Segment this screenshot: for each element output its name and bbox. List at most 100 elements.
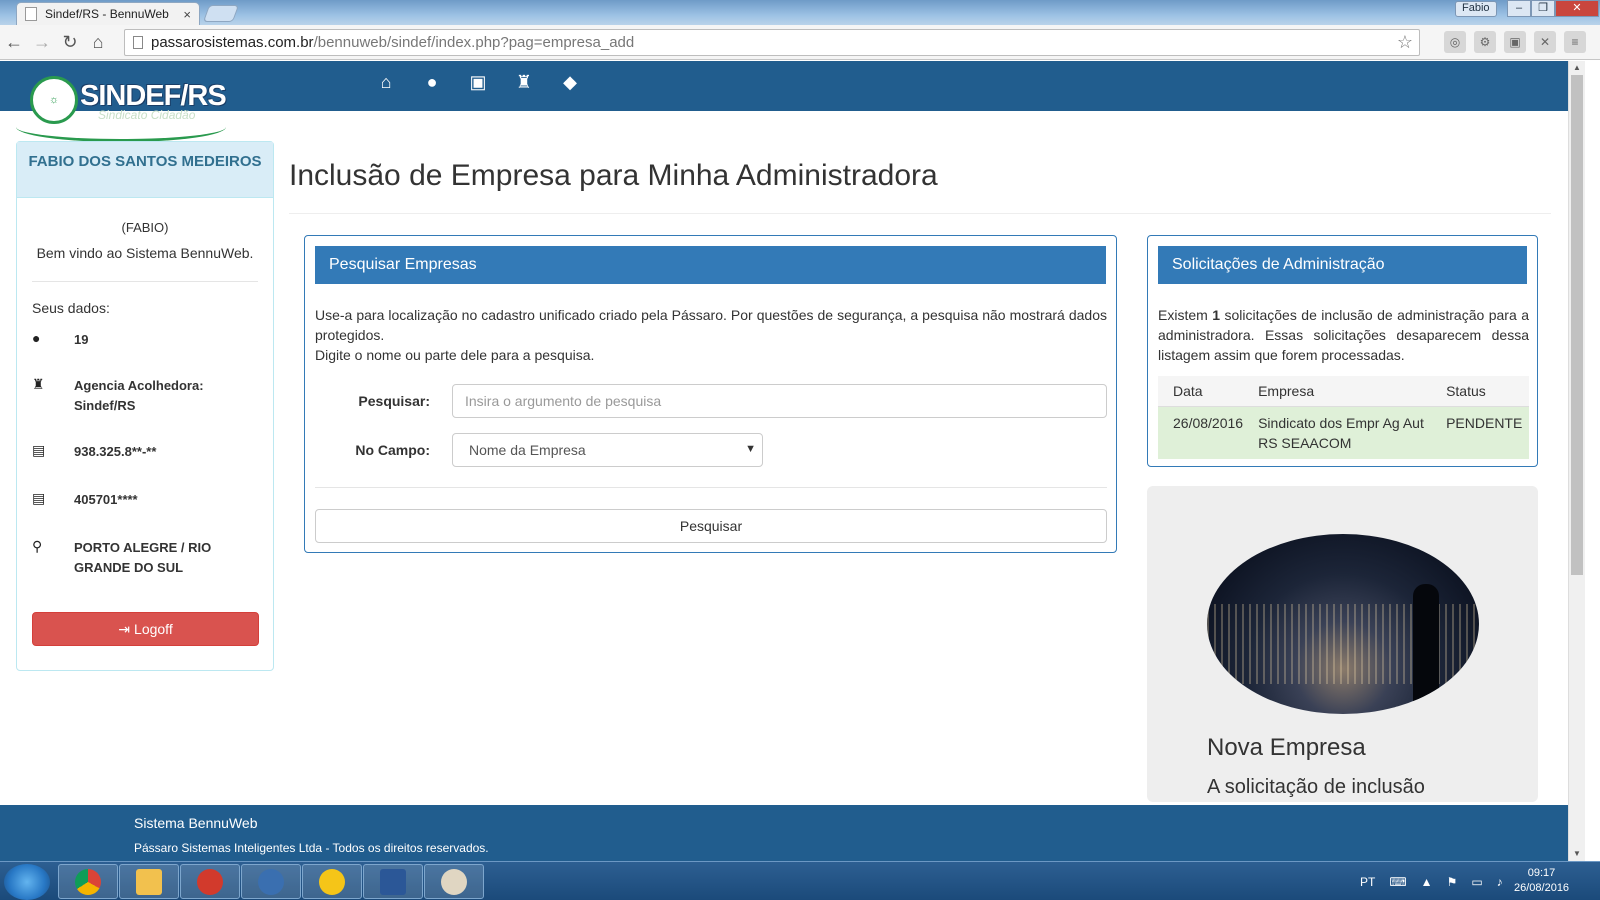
- user-name: FABIO DOS SANTOS MEDEIROS: [17, 142, 273, 198]
- table-header-row: Data Empresa Status: [1158, 376, 1529, 407]
- chrome-taskbar-icon[interactable]: [58, 864, 118, 899]
- new-tab-button[interactable]: [202, 5, 240, 22]
- forward-arrow-icon[interactable]: →: [28, 28, 56, 56]
- system-clock[interactable]: 09:17 26/08/2016: [1514, 866, 1569, 896]
- site-logo[interactable]: ☼ SINDEF/RS Sindicato Cidadão: [16, 72, 227, 142]
- table-row[interactable]: 26/08/2016 Sindicato dos Empr Ag Aut RS …: [1158, 406, 1529, 459]
- search-panel-description: Use-a para localização no cadastro unifi…: [315, 305, 1107, 365]
- column-header-date: Data: [1158, 376, 1244, 407]
- requests-description: Existem 1 solicitações de inclusão de ad…: [1158, 305, 1529, 365]
- browser-tab[interactable]: Sindef/RS - BennuWeb ×: [16, 2, 200, 25]
- info-row-cpf: ▤ 938.325.8**-**: [32, 442, 273, 462]
- explorer-taskbar-icon[interactable]: [119, 864, 179, 899]
- thunderbird-taskbar-icon[interactable]: [241, 864, 301, 899]
- building-icon: ♜: [32, 376, 45, 392]
- minimize-button[interactable]: –: [1507, 0, 1531, 17]
- search-label: Pesquisar:: [358, 393, 430, 409]
- scroll-up-arrow-icon[interactable]: ▲: [1573, 63, 1581, 72]
- requests-panel-heading: Solicitações de Administração: [1158, 246, 1527, 284]
- cell-company: Sindicato dos Empr Ag Aut RS SEAACOM: [1243, 406, 1432, 459]
- info-value: 19: [74, 332, 89, 347]
- logoff-label: Logoff: [134, 621, 173, 637]
- new-company-promo: Nova Empresa A solicitação de inclusão: [1147, 486, 1538, 802]
- window-close-button[interactable]: ✕: [1555, 0, 1599, 17]
- taskbar-items: [58, 864, 484, 899]
- promo-text: A solicitação de inclusão: [1207, 776, 1425, 798]
- action-center-flag-icon[interactable]: ⚑: [1447, 875, 1458, 889]
- info-value: PORTO ALEGRE / RIO GRANDE DO SUL: [74, 540, 212, 575]
- field-select[interactable]: Nome da Empresa ▼: [452, 433, 763, 467]
- network-icon[interactable]: ▭: [1471, 875, 1482, 889]
- search-panel: Pesquisar Empresas Use-a para localizaçã…: [304, 235, 1117, 553]
- url-host: passarosistemas.com.br: [151, 34, 314, 51]
- user-icon: ●: [32, 330, 41, 346]
- url-path: /bennuweb/sindef/index.php?pag=empresa_a…: [313, 34, 635, 51]
- word-taskbar-icon[interactable]: [363, 864, 423, 899]
- extension-icon[interactable]: ◎: [1444, 31, 1466, 53]
- browser-toolbar: ← → ↻ ⌂ passarosistemas.com.br/bennuweb/…: [0, 25, 1600, 60]
- info-row-location: ⚲ PORTO ALEGRE / RIO GRANDE DO SUL: [32, 538, 273, 578]
- form-divider: [315, 487, 1107, 488]
- volume-icon[interactable]: ♪: [1497, 875, 1503, 889]
- cell-date: 26/08/2016: [1158, 406, 1244, 459]
- header-nav: ⌂ ● ▣ ♜ ◆: [374, 72, 582, 93]
- scroll-thumb[interactable]: [1571, 75, 1583, 575]
- system-tray: PT ⌨ ▲ ⚑ ▭ ♪: [1360, 862, 1503, 900]
- language-indicator[interactable]: PT: [1360, 875, 1375, 889]
- app-taskbar-icon[interactable]: [180, 864, 240, 899]
- promo-title: Nova Empresa: [1207, 734, 1366, 761]
- start-button[interactable]: [4, 864, 50, 900]
- info-row-doc: ▤ 405701****: [32, 490, 273, 510]
- home-icon[interactable]: ⌂: [84, 28, 112, 56]
- search-panel-heading: Pesquisar Empresas: [315, 246, 1106, 284]
- businessman-silhouette: [1413, 584, 1439, 714]
- page-scrollbar[interactable]: ▲ ▼: [1568, 61, 1585, 861]
- restore-button[interactable]: ❐: [1531, 0, 1555, 17]
- tags-icon[interactable]: ◆: [558, 72, 582, 93]
- map-marker-icon: ⚲: [32, 538, 43, 554]
- paint-taskbar-icon[interactable]: [424, 864, 484, 899]
- extension-icon[interactable]: ▣: [1504, 31, 1526, 53]
- browser-tab-bar: Sindef/RS - BennuWeb × Fabio – ❐ ✕: [0, 0, 1600, 25]
- extension-icon[interactable]: ⚙: [1474, 31, 1496, 53]
- requests-table: Data Empresa Status 26/08/2016 Sindicato…: [1158, 376, 1529, 459]
- home-icon[interactable]: ⌂: [374, 72, 398, 93]
- page-icon: [133, 36, 143, 49]
- logoff-button[interactable]: ⇥ Logoff: [32, 612, 259, 646]
- windows-taskbar: PT ⌨ ▲ ⚑ ▭ ♪ 09:17 26/08/2016: [0, 861, 1600, 900]
- info-row-agency: ♜ Agencia Acolhedora: Sindef/RS: [32, 376, 273, 416]
- app-taskbar-icon[interactable]: [302, 864, 362, 899]
- page-favicon-icon: [25, 7, 37, 21]
- profile-badge[interactable]: Fabio: [1455, 1, 1497, 17]
- extension-icon[interactable]: ✕: [1534, 31, 1556, 53]
- briefcase-icon[interactable]: ▣: [466, 72, 490, 93]
- extension-icons: ◎ ⚙ ▣ ✕ ≡: [1444, 31, 1586, 53]
- footer-system-name: Sistema BennuWeb: [134, 815, 258, 831]
- info-value: 938.325.8**-**: [74, 444, 157, 459]
- chevron-down-icon: ▼: [745, 443, 756, 455]
- logo-seal-icon: ☼: [30, 76, 78, 124]
- site-header: [0, 61, 1568, 111]
- scroll-down-arrow-icon[interactable]: ▼: [1573, 849, 1581, 858]
- cell-status: PENDENTE: [1431, 406, 1529, 459]
- tab-close-icon[interactable]: ×: [183, 7, 191, 22]
- show-hidden-icons-icon[interactable]: ▲: [1421, 875, 1433, 889]
- user-icon[interactable]: ●: [420, 72, 444, 93]
- back-arrow-icon[interactable]: ←: [0, 28, 28, 56]
- reload-icon[interactable]: ↻: [56, 28, 84, 56]
- title-divider: [289, 213, 1551, 214]
- search-button[interactable]: Pesquisar: [315, 509, 1107, 543]
- keyboard-icon[interactable]: ⌨: [1389, 875, 1406, 889]
- search-input[interactable]: [452, 384, 1107, 418]
- info-value: Agencia Acolhedora: Sindef/RS: [74, 378, 204, 413]
- site-footer: Sistema BennuWeb Pássaro Sistemas Inteli…: [0, 805, 1568, 861]
- column-header-status: Status: [1431, 376, 1529, 407]
- menu-icon[interactable]: ≡: [1564, 31, 1586, 53]
- clock-date: 26/08/2016: [1514, 882, 1570, 894]
- building-icon[interactable]: ♜: [512, 72, 536, 93]
- address-bar[interactable]: passarosistemas.com.br/bennuweb/sindef/i…: [124, 29, 1420, 56]
- search-desc-line2: Digite o nome ou parte dele para a pesqu…: [315, 347, 595, 363]
- bookmark-star-icon[interactable]: ☆: [1397, 32, 1413, 53]
- footer-copyright: Pássaro Sistemas Inteligentes Ltda - Tod…: [134, 841, 489, 855]
- user-sidebar: FABIO DOS SANTOS MEDEIROS (FABIO) Bem vi…: [16, 141, 274, 671]
